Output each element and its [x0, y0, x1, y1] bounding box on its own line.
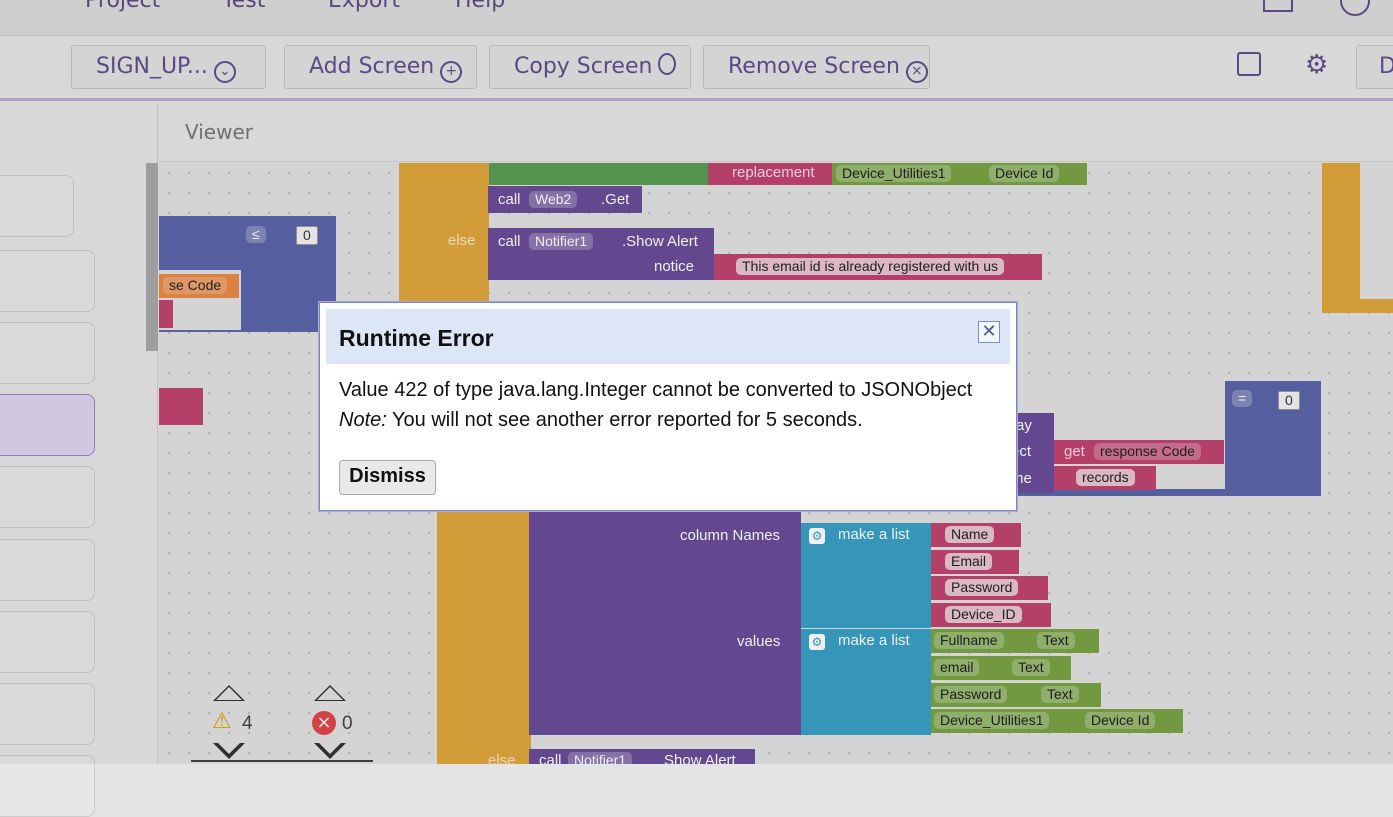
- note-body: You will not see another error reported …: [386, 409, 863, 431]
- note-text: Note: You will not see another error rep…: [339, 409, 863, 432]
- dismiss-button[interactable]: Dismiss: [339, 460, 436, 495]
- dialog-header: Runtime Error ✕: [326, 309, 1010, 364]
- close-button[interactable]: ✕: [978, 321, 1000, 343]
- error-message: Value 422 of type java.lang.Integer cann…: [339, 379, 973, 401]
- close-icon: ✕: [981, 321, 997, 342]
- sidebar-item[interactable]: [0, 755, 95, 817]
- runtime-error-dialog: Runtime Error ✕ Value 422 of type java.l…: [319, 302, 1017, 511]
- note-label: Note:: [339, 409, 387, 431]
- dialog-title: Runtime Error: [339, 325, 494, 351]
